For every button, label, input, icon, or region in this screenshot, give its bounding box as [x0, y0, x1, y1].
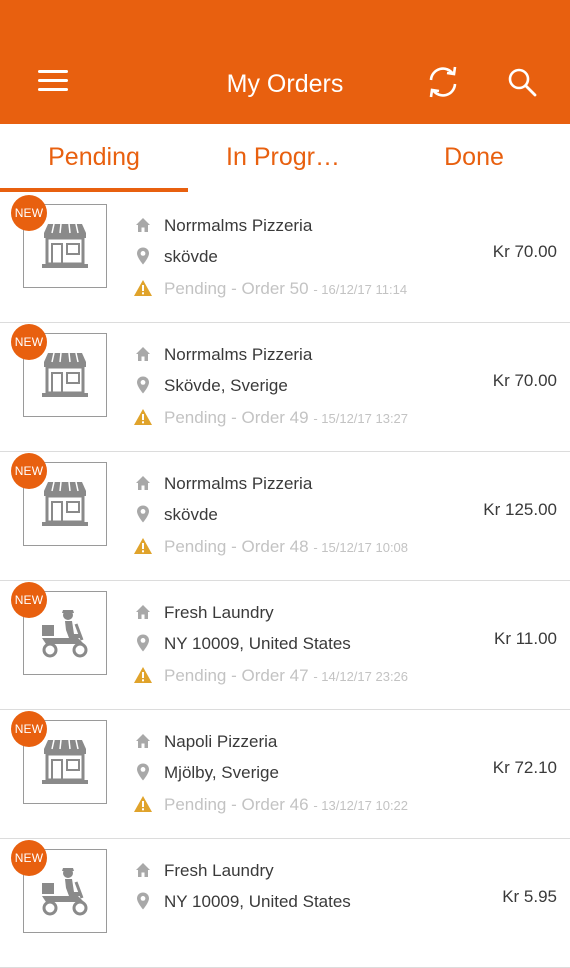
location-text: skövde: [164, 247, 218, 266]
storefront-icon: [42, 223, 88, 268]
location-pin-icon: [137, 247, 149, 265]
home-icon: [136, 476, 150, 490]
shop-name: Norrmalms Pizzeria: [164, 474, 313, 493]
order-status: Pending - Order 46: [164, 795, 309, 814]
location-pin-icon: [137, 892, 149, 910]
order-date: - 15/12/17 10:08: [313, 540, 409, 555]
location-text: Skövde, Sverige: [164, 376, 288, 395]
order-list: NEW Norrmalms Pizzeria skövde Pending - …: [0, 194, 570, 968]
shop-name: Fresh Laundry: [164, 861, 274, 880]
delivery-scooter-icon: [42, 610, 88, 658]
warning-icon: [134, 667, 152, 683]
order-row[interactable]: NEW Fresh Laundry NY 10009, United State…: [0, 581, 570, 710]
location-text: NY 10009, United States: [164, 892, 351, 911]
new-badge: NEW: [11, 324, 47, 360]
location-text: Mjölby, Sverige: [164, 763, 279, 782]
order-status: Pending - Order 49: [164, 408, 309, 427]
storefront-icon: [42, 352, 88, 397]
storefront-icon: [42, 481, 88, 526]
shop-name: Norrmalms Pizzeria: [164, 345, 313, 364]
refresh-icon[interactable]: [425, 64, 461, 100]
order-tabs: Pending In Progr… Done: [0, 124, 570, 195]
warning-icon: [134, 409, 152, 425]
home-icon: [136, 347, 150, 361]
location-pin-icon: [137, 376, 149, 394]
order-row[interactable]: NEW Fresh Laundry NY 10009, United State…: [0, 839, 570, 968]
order-status: Pending - Order 48: [164, 537, 309, 556]
tab-pending[interactable]: Pending: [0, 124, 188, 192]
warning-icon: [134, 538, 152, 554]
order-date: - 13/12/17 10:22: [313, 798, 409, 813]
new-badge: NEW: [11, 453, 47, 489]
location-text: skövde: [164, 505, 218, 524]
new-badge: NEW: [11, 195, 47, 231]
search-icon[interactable]: [506, 66, 538, 98]
order-date: - 14/12/17 23:26: [313, 669, 409, 684]
order-price: Kr 72.10: [492, 758, 557, 777]
order-row[interactable]: NEW Napoli Pizzeria Mjölby, Sverige Pend…: [0, 710, 570, 839]
shop-name: Norrmalms Pizzeria: [164, 216, 313, 235]
order-row[interactable]: NEW Norrmalms Pizzeria Skövde, Sverige P…: [0, 323, 570, 452]
order-row[interactable]: NEW Norrmalms Pizzeria skövde Pending - …: [0, 194, 570, 323]
location-pin-icon: [137, 505, 149, 523]
home-icon: [136, 734, 150, 748]
warning-icon: [134, 796, 152, 812]
active-tab-indicator: [0, 188, 188, 192]
home-icon: [136, 605, 150, 619]
location-pin-icon: [137, 634, 149, 652]
order-price: Kr 70.00: [492, 371, 557, 390]
order-price: Kr 11.00: [493, 629, 557, 648]
app-header: My Orders: [0, 0, 570, 124]
order-price: Kr 70.00: [492, 242, 557, 261]
home-icon: [136, 863, 150, 877]
location-text: NY 10009, United States: [164, 634, 351, 653]
location-pin-icon: [137, 763, 149, 781]
page-title: My Orders: [226, 70, 344, 98]
tab-in-progress[interactable]: In Progr…: [188, 124, 378, 192]
new-badge: NEW: [11, 840, 47, 876]
warning-icon: [134, 280, 152, 296]
order-price: Kr 5.95: [502, 887, 557, 906]
order-status: Pending - Order 50: [164, 279, 309, 298]
home-icon: [136, 218, 150, 232]
order-price: Kr 125.00: [483, 500, 557, 519]
order-date: - 15/12/17 13:27: [313, 411, 409, 426]
new-badge: NEW: [11, 582, 47, 618]
order-date: - 16/12/17 11:14: [313, 282, 408, 297]
shop-name: Fresh Laundry: [164, 603, 274, 622]
storefront-icon: [42, 739, 88, 784]
order-status: Pending - Order 47: [164, 666, 309, 685]
order-row[interactable]: NEW Norrmalms Pizzeria skövde Pending - …: [0, 452, 570, 581]
tab-done[interactable]: Done: [378, 124, 570, 192]
delivery-scooter-icon: [42, 868, 88, 916]
shop-name: Napoli Pizzeria: [164, 732, 278, 751]
new-badge: NEW: [11, 711, 47, 747]
